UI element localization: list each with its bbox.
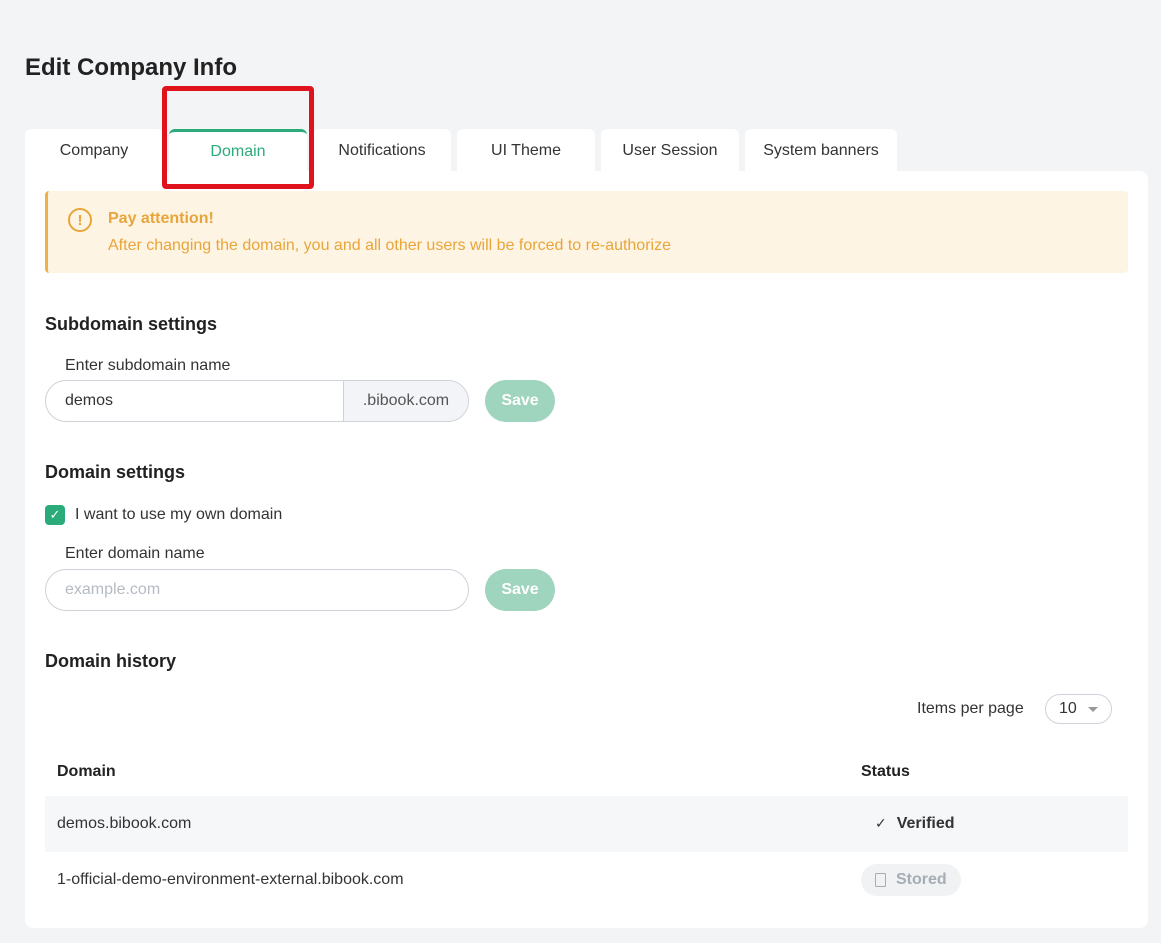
subdomain-input-group: .bibook.com xyxy=(45,380,469,422)
page-title: Edit Company Info xyxy=(25,54,237,81)
items-per-page-select[interactable]: 10 xyxy=(1045,694,1112,724)
status-badge-stored: Stored xyxy=(861,864,961,896)
status-cell: Stored xyxy=(861,864,961,896)
domain-save-button[interactable]: Save xyxy=(485,569,555,611)
items-per-page-value: 10 xyxy=(1059,700,1077,717)
subdomain-suffix: .bibook.com xyxy=(343,381,468,421)
column-header-domain: Domain xyxy=(57,763,116,780)
domain-settings-card: ! Pay attention! After changing the doma… xyxy=(25,171,1148,928)
domain-input-group xyxy=(45,569,469,611)
subdomain-input[interactable] xyxy=(46,381,343,421)
column-header-status: Status xyxy=(861,763,910,780)
subdomain-section-title: Subdomain settings xyxy=(45,314,218,334)
own-domain-checkbox-label[interactable]: I want to use my own domain xyxy=(75,506,282,524)
annotation-highlight-box xyxy=(162,86,314,189)
caret-down-icon xyxy=(1088,707,1098,712)
alert-title: Pay attention! xyxy=(108,210,214,227)
domain-cell: demos.bibook.com xyxy=(57,815,192,832)
exclamation-circle-icon: ! xyxy=(68,208,92,232)
status-cell: ✓ Verified xyxy=(861,808,955,840)
subdomain-save-button[interactable]: Save xyxy=(485,380,555,422)
domain-cell: 1-official-demo-environment-external.bib… xyxy=(57,871,404,888)
document-icon xyxy=(875,873,886,887)
table-row: demos.bibook.com ✓ Verified xyxy=(45,796,1128,852)
check-icon: ✓ xyxy=(875,815,887,831)
items-per-page-label: Items per page xyxy=(917,700,1024,717)
domain-section-title: Domain settings xyxy=(45,462,186,482)
check-icon: ✓ xyxy=(49,507,61,522)
tab-notifications[interactable]: Notifications xyxy=(313,129,451,172)
table-row: 1-official-demo-environment-external.bib… xyxy=(45,852,1128,908)
tab-ui-theme[interactable]: UI Theme xyxy=(457,129,595,172)
tab-user-session[interactable]: User Session xyxy=(601,129,739,172)
domain-input[interactable] xyxy=(46,570,468,610)
subdomain-label: Enter subdomain name xyxy=(65,357,231,374)
tab-system-banners[interactable]: System banners xyxy=(745,129,897,172)
own-domain-checkbox[interactable]: ✓ xyxy=(45,505,65,525)
alert-text: After changing the domain, you and all o… xyxy=(108,237,671,254)
tab-company[interactable]: Company xyxy=(25,129,163,172)
domain-history-title: Domain history xyxy=(45,651,177,671)
status-badge-verified: ✓ Verified xyxy=(875,815,955,832)
domain-label: Enter domain name xyxy=(65,545,205,562)
warning-alert: ! Pay attention! After changing the doma… xyxy=(45,191,1128,273)
